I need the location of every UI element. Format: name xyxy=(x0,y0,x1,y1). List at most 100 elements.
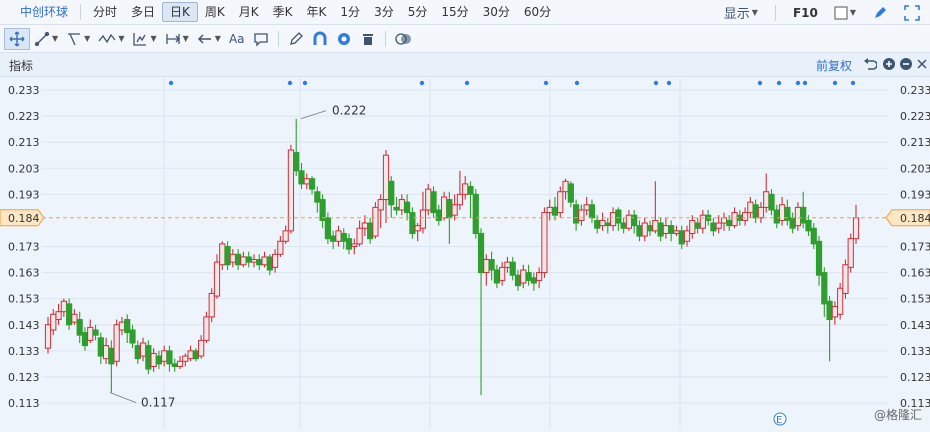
y-tick-label-left: 0.233 xyxy=(8,84,40,97)
candle-body xyxy=(155,355,163,365)
candle-body xyxy=(377,199,384,211)
candle-body xyxy=(219,243,226,266)
display-menu[interactable]: 显示 ▼ xyxy=(720,3,762,23)
tab-period-intraday[interactable]: 分时 xyxy=(86,2,124,22)
checkbox-icon[interactable]: ▼ xyxy=(830,3,860,23)
candle-body xyxy=(683,230,691,242)
display-label: 显示 xyxy=(723,7,750,22)
fullscreen-icon[interactable] xyxy=(900,3,924,23)
move-cross-icon[interactable] xyxy=(4,27,30,50)
tab-period-3min[interactable]: 3分 xyxy=(367,2,401,22)
candle-body xyxy=(546,206,553,214)
pencil-icon[interactable] xyxy=(284,29,308,49)
tab-period-yearly[interactable]: 年K xyxy=(300,2,334,22)
candle-body xyxy=(599,219,606,227)
candle-body xyxy=(831,305,838,318)
candle-body xyxy=(419,209,427,229)
candle-body xyxy=(741,212,749,221)
candle-body xyxy=(435,209,442,221)
pen-icon[interactable] xyxy=(868,3,892,23)
candle-body xyxy=(171,363,178,367)
candle-body xyxy=(499,266,506,281)
range-measure-icon[interactable]: ▼ xyxy=(161,29,193,49)
candle-body xyxy=(425,188,432,211)
candlestick-chart: 0.233 0.233 0.223 0.223 0.213 0.213 0.203 0.203… xyxy=(0,78,930,429)
tab-period-60min[interactable]: 60分 xyxy=(517,2,558,22)
tab-period-monthly[interactable]: 月K xyxy=(232,2,266,22)
watermark-text: @格隆汇 xyxy=(873,408,922,422)
candle-body xyxy=(213,261,221,297)
candle-body xyxy=(430,191,437,214)
candle-body xyxy=(631,214,638,227)
close-icon[interactable] xyxy=(916,57,928,74)
candle-body xyxy=(530,277,537,284)
candle-body xyxy=(198,339,205,357)
event-marker-dot xyxy=(464,80,470,86)
tab-period-quarterly[interactable]: 季K xyxy=(266,2,300,22)
candle-body xyxy=(541,212,548,274)
candle-body xyxy=(319,199,326,221)
y-tick-label-left: 0.133 xyxy=(8,345,40,358)
magnet-icon[interactable] xyxy=(308,29,332,49)
candle-body xyxy=(139,342,147,357)
tab-period-15min[interactable]: 15分 xyxy=(434,2,475,22)
tab-period-weekly[interactable]: 周K xyxy=(198,2,232,22)
y-tick-label-right: 0.233 xyxy=(900,84,930,97)
overlay-toggle-icon[interactable] xyxy=(391,29,417,49)
f10-button[interactable]: F10 xyxy=(789,3,822,23)
y-tick-label-right: 0.203 xyxy=(900,162,930,175)
fibonacci-icon[interactable]: ▼ xyxy=(128,29,160,49)
candle-body xyxy=(271,253,279,268)
tab-period-30min[interactable]: 30分 xyxy=(476,2,517,22)
candle-body xyxy=(92,329,99,336)
candle-body xyxy=(509,261,516,276)
candle-body xyxy=(388,180,395,206)
candle-body xyxy=(847,238,854,268)
adjust-mode-button[interactable]: 前复权 xyxy=(816,57,852,74)
text-tool-button[interactable]: Aa xyxy=(225,29,249,49)
candle-body xyxy=(504,261,511,268)
candle-body xyxy=(514,274,522,287)
candle-body xyxy=(314,191,321,203)
tab-period-daily[interactable]: 日K xyxy=(162,2,198,22)
zoom-out-icon[interactable] xyxy=(899,57,913,74)
candle-body xyxy=(250,259,258,263)
candle-body xyxy=(493,269,500,284)
trash-icon[interactable] xyxy=(356,29,380,49)
candle-body xyxy=(562,180,569,193)
indicator-menu[interactable]: 指标 xyxy=(9,57,33,74)
price-chart[interactable]: 0.233 0.233 0.223 0.223 0.213 0.213 0.203 0.203… xyxy=(0,78,930,429)
channel-line-icon[interactable]: ▼ xyxy=(62,29,94,49)
candle-body xyxy=(720,217,728,224)
candle-body xyxy=(726,219,733,227)
wave-line-icon[interactable]: ▼ xyxy=(94,29,128,49)
eye-icon[interactable] xyxy=(332,29,356,49)
tab-period-5min[interactable]: 5分 xyxy=(401,2,435,22)
y-tick-label-right: 0.173 xyxy=(900,241,930,254)
trend-line-icon[interactable]: ▼ xyxy=(30,29,62,49)
candle-body xyxy=(335,230,342,242)
reset-icon[interactable] xyxy=(863,56,878,75)
candle-body xyxy=(256,259,263,266)
y-tick-label-left: 0.173 xyxy=(8,241,40,254)
arrow-left-icon[interactable]: ▼ xyxy=(193,29,225,49)
candle-body xyxy=(525,272,532,281)
y-tick-label-left: 0.113 xyxy=(8,397,40,410)
candle-body xyxy=(108,347,115,365)
candle-body xyxy=(467,186,474,195)
candle-body xyxy=(763,191,770,208)
high-annotation-label: 0.222 xyxy=(332,104,366,118)
candle-body xyxy=(573,204,580,224)
event-marker-dot xyxy=(850,80,856,86)
tab-period-1min[interactable]: 1分 xyxy=(333,2,367,22)
y-tick-label-left: 0.153 xyxy=(8,293,40,306)
comment-icon[interactable] xyxy=(249,29,273,49)
stock-name[interactable]: 中创环球 xyxy=(0,2,75,22)
candle-body xyxy=(472,193,479,234)
candle-body xyxy=(604,222,611,227)
right-tools: 显示 ▼ F10 ▼ xyxy=(720,0,924,25)
candle-body xyxy=(477,232,485,274)
zoom-in-icon[interactable] xyxy=(882,57,896,74)
tab-period-multiday[interactable]: 多日 xyxy=(124,2,162,22)
event-marker-dot xyxy=(653,80,659,86)
